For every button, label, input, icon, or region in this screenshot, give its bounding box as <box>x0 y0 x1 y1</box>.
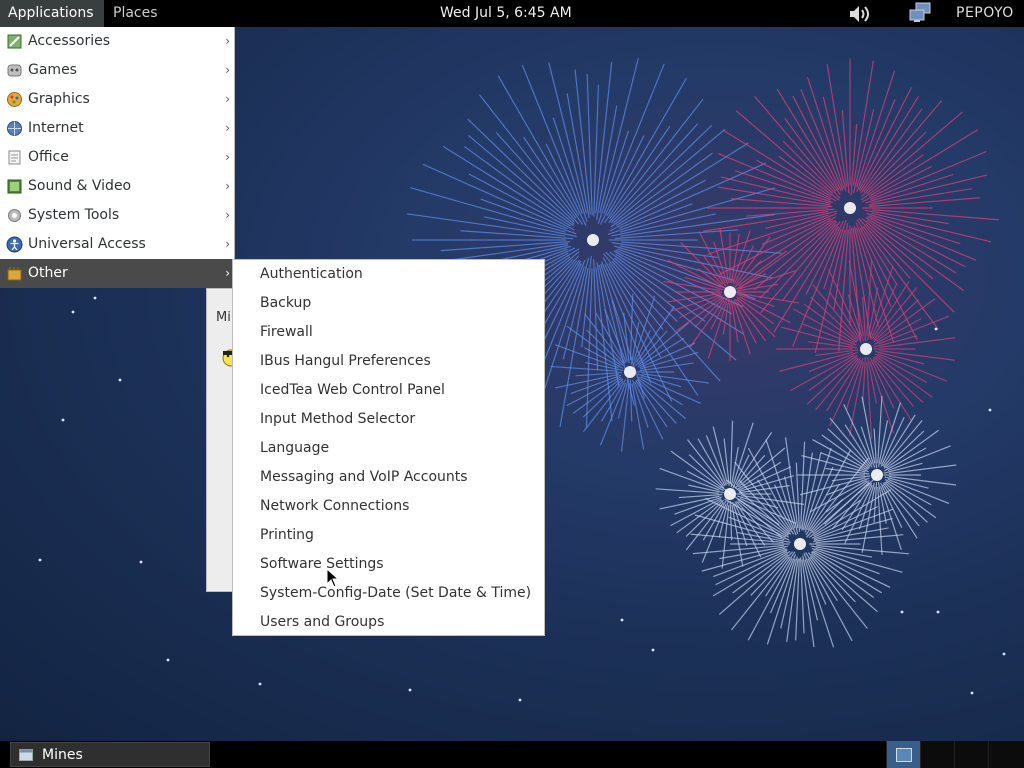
app-menu-item-sound-video[interactable]: Sound & Video › <box>0 172 234 201</box>
submenu-item[interactable]: Firewall <box>260 318 313 347</box>
submenu-item[interactable]: System-Config-Date (Set Date & Time) <box>260 579 531 608</box>
mouse-cursor-icon <box>326 568 340 588</box>
chevron-right-icon: › <box>225 63 230 77</box>
chevron-right-icon: › <box>225 92 230 106</box>
app-menu-item-label: Universal Access <box>28 236 146 252</box>
universal-access-icon <box>6 236 23 253</box>
app-menu-item-label: Games <box>28 62 77 78</box>
chevron-right-icon: › <box>225 179 230 193</box>
star <box>934 327 938 331</box>
star <box>166 658 170 662</box>
chevron-right-icon: › <box>225 150 230 164</box>
games-icon <box>7 64 22 77</box>
chevron-right-icon: › <box>225 266 230 280</box>
submenu-item[interactable]: Printing <box>260 521 314 550</box>
system-tools-icon <box>8 209 21 222</box>
chevron-right-icon: › <box>225 121 230 135</box>
star <box>518 698 522 702</box>
workspace-4[interactable] <box>988 741 1024 768</box>
taskbar-item-mines[interactable]: Mines <box>10 742 210 767</box>
submenu-item[interactable]: Messaging and VoIP Accounts <box>260 463 468 492</box>
app-menu-item-label: Office <box>28 149 69 165</box>
app-menu-item-games[interactable]: Games › <box>0 56 234 85</box>
star <box>988 408 992 412</box>
taskbar-item-label: Mines <box>42 747 83 763</box>
star <box>61 418 65 422</box>
star <box>38 558 42 562</box>
clock[interactable]: Wed Jul 5, 6:45 AM <box>432 0 580 27</box>
star <box>651 648 655 652</box>
app-menu-item-label: Accessories <box>28 33 111 49</box>
user-menu[interactable]: PEPOYO <box>948 0 1022 27</box>
app-menu-item-office[interactable]: Office › <box>0 143 234 172</box>
mines-window-title: Mi <box>216 310 231 325</box>
bottom-panel: Mines <box>0 741 1024 768</box>
submenu-item[interactable]: Users and Groups <box>260 608 384 637</box>
star <box>118 378 122 382</box>
office-icon <box>8 150 21 165</box>
app-menu-item-other[interactable]: Other › <box>0 259 234 288</box>
submenu-item[interactable]: Language <box>260 434 329 463</box>
star <box>970 691 974 695</box>
places-menu-button[interactable]: Places <box>105 0 166 27</box>
star <box>93 296 97 300</box>
sound-video-icon <box>7 179 22 194</box>
app-menu-item-label: Sound & Video <box>28 178 132 194</box>
star <box>408 688 412 692</box>
app-menu-item-label: Other <box>28 265 68 281</box>
volume-icon[interactable] <box>846 3 874 25</box>
workspace-3[interactable] <box>954 741 988 768</box>
other-submenu: Authentication Backup Firewall IBus Hangul … <box>232 259 545 636</box>
workspace-2[interactable] <box>920 741 954 768</box>
internet-icon <box>7 121 22 136</box>
workspace-1[interactable] <box>886 741 920 768</box>
other-icon <box>7 267 22 281</box>
app-menu-item-accessories[interactable]: Accessories › <box>0 27 234 56</box>
submenu-item[interactable]: Network Connections <box>260 492 409 521</box>
app-menu-item-graphics[interactable]: Graphics › <box>0 85 234 114</box>
star <box>620 618 624 622</box>
app-menu-item-internet[interactable]: Internet › <box>0 114 234 143</box>
top-panel: Applications Places Wed Jul 5, 6:45 AM P… <box>0 0 1024 27</box>
chevron-right-icon: › <box>225 34 230 48</box>
app-menu-item-universal-access[interactable]: Universal Access › <box>0 230 234 259</box>
submenu-item[interactable]: Input Method Selector <box>260 405 415 434</box>
star <box>1002 652 1006 656</box>
submenu-item[interactable]: Software Settings <box>260 550 384 579</box>
submenu-item[interactable]: IBus Hangul Preferences <box>260 347 431 376</box>
accessories-icon <box>7 34 22 49</box>
submenu-item[interactable]: Authentication <box>260 260 363 289</box>
star <box>936 610 940 614</box>
star <box>71 310 75 314</box>
app-menu-item-label: Internet <box>28 120 84 136</box>
app-menu-item-label: System Tools <box>28 207 120 223</box>
star <box>139 560 143 564</box>
firework-white-small <box>655 420 805 569</box>
window-icon <box>19 749 33 761</box>
star <box>900 610 904 614</box>
app-menu-item-system-tools[interactable]: System Tools › <box>0 201 234 230</box>
submenu-item[interactable]: IcedTea Web Control Panel <box>260 376 445 405</box>
submenu-item[interactable]: Backup <box>260 289 311 318</box>
chevron-right-icon: › <box>225 208 230 222</box>
applications-menu-button[interactable]: Applications <box>0 0 104 27</box>
app-menu-item-label: Graphics <box>28 91 90 107</box>
star <box>258 682 262 686</box>
applications-menu: Accessories › Games › Graphics › Internet › Offi… <box>0 27 235 288</box>
graphics-icon <box>7 92 22 107</box>
network-icon[interactable] <box>908 2 936 24</box>
chevron-right-icon: › <box>225 237 230 251</box>
